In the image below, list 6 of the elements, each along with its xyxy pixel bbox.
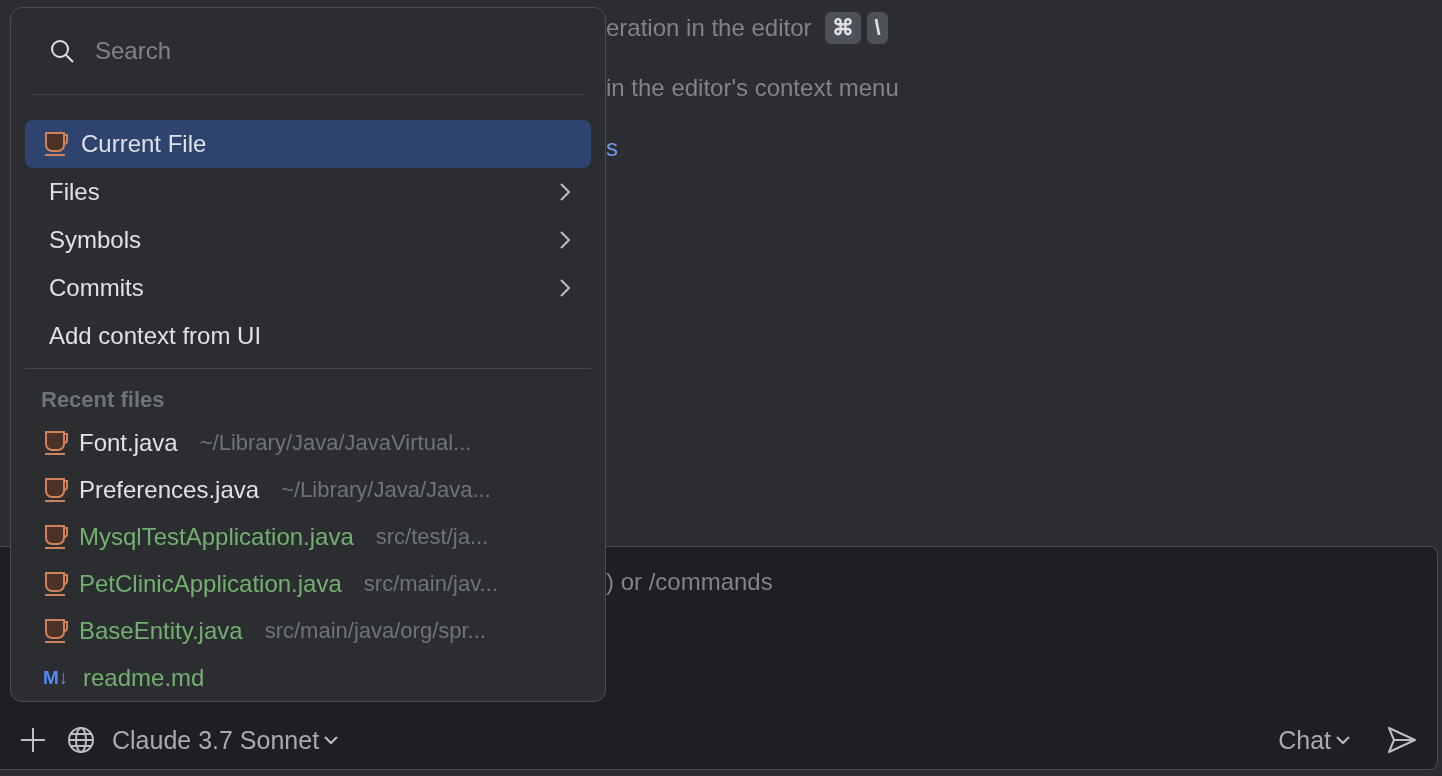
shortcut-key: \ [867, 12, 888, 44]
section-header: Recent files [40, 386, 166, 415]
hint-text: eration in the editor [606, 14, 812, 42]
markdown-icon: M↓ [43, 666, 75, 689]
shortcut-key: ⌘ [825, 12, 862, 44]
hint-text: in the editor's context menu [606, 74, 899, 102]
